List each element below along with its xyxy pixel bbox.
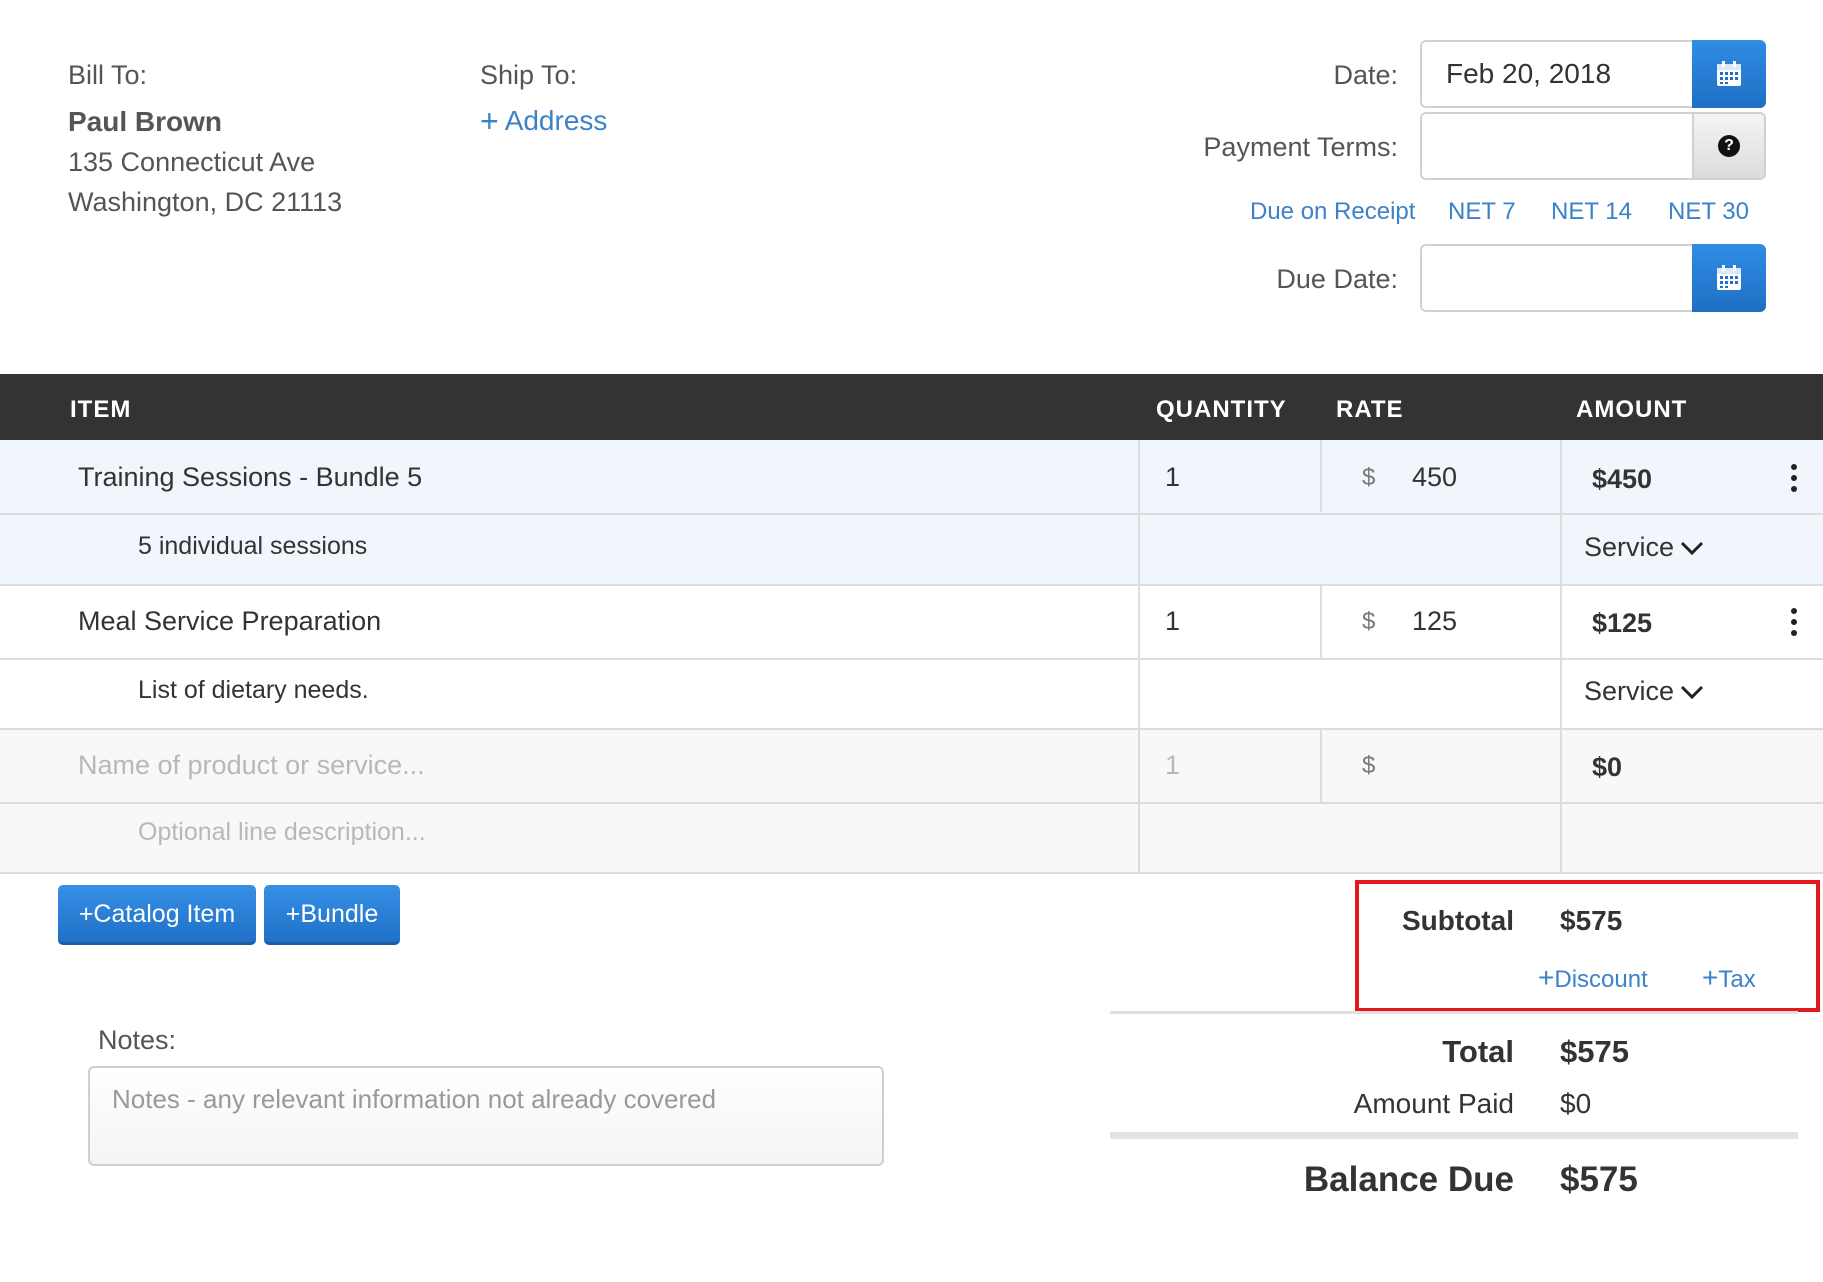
total-label: Total: [1442, 1034, 1514, 1069]
term-net-7[interactable]: NET 7: [1448, 198, 1516, 226]
line-item-type-select[interactable]: Service: [1584, 532, 1704, 563]
line-item-description[interactable]: List of dietary needs.: [138, 676, 369, 705]
plus-icon: +: [78, 900, 94, 928]
line-item-type-label: Service: [1584, 532, 1675, 562]
line-item-rate[interactable]: 450: [1412, 462, 1457, 493]
line-item-quantity[interactable]: 1: [1165, 462, 1180, 493]
payment-terms-label: Payment Terms:: [1203, 132, 1398, 162]
chevron-down-icon: [1680, 685, 1704, 699]
bill-to-name[interactable]: Paul Brown: [68, 106, 222, 138]
date-label: Date:: [1333, 60, 1398, 90]
line-item-name[interactable]: Meal Service Preparation: [78, 606, 381, 637]
catalog-item-label: Catalog Item: [93, 900, 236, 928]
new-item-name-input[interactable]: Name of product or service...: [78, 750, 425, 781]
subtotal-label: Subtotal: [1402, 905, 1514, 936]
plus-icon: +: [480, 103, 499, 139]
payment-terms-input[interactable]: [1420, 112, 1692, 180]
add-tax-link[interactable]: +Tax: [1702, 962, 1756, 994]
payment-terms-help-button[interactable]: ?: [1692, 112, 1766, 180]
line-item-type-select[interactable]: Service: [1584, 676, 1704, 707]
column-header-rate: RATE: [1336, 396, 1404, 423]
calendar-icon: [1717, 265, 1741, 290]
line-item-rate[interactable]: 125: [1412, 606, 1457, 637]
plus-icon: +: [1538, 962, 1555, 993]
question-circle-icon: ?: [1718, 135, 1740, 157]
due-date-calendar-button[interactable]: [1692, 244, 1766, 312]
add-catalog-item-button[interactable]: +Catalog Item: [58, 885, 256, 945]
total-value: $575: [1560, 1034, 1629, 1069]
bundle-label: Bundle: [300, 900, 379, 928]
date-calendar-button[interactable]: [1692, 40, 1766, 108]
balance-due-value: $575: [1560, 1160, 1638, 1199]
bill-to-address-line2: Washington, DC 21113: [68, 187, 343, 217]
line-item-amount: $450: [1592, 464, 1653, 494]
new-item-amount: $0: [1592, 752, 1623, 782]
term-due-on-receipt[interactable]: Due on Receipt: [1250, 198, 1415, 226]
due-date-input[interactable]: [1420, 244, 1692, 312]
subtotal-value: $575: [1560, 905, 1623, 936]
bill-to-address-line1: 135 Connecticut Ave: [68, 147, 316, 177]
items-table-header: ITEM QUANTITY RATE AMOUNT: [0, 374, 1823, 440]
notes-textarea[interactable]: Notes - any relevant information not alr…: [88, 1066, 884, 1166]
calendar-icon: [1717, 61, 1741, 86]
line-item-name[interactable]: Training Sessions - Bundle 5: [78, 462, 422, 493]
amount-paid-value: $0: [1560, 1088, 1592, 1119]
line-item-amount: $125: [1592, 608, 1653, 638]
date-input[interactable]: Feb 20, 2018: [1420, 40, 1692, 108]
new-item-description-input[interactable]: Optional line description...: [138, 818, 426, 847]
ship-to-label: Ship To:: [480, 60, 578, 90]
line-item-currency: $: [1362, 608, 1376, 635]
add-address-link[interactable]: + Address: [480, 105, 607, 137]
plus-icon: +: [285, 900, 301, 928]
new-item-currency: $: [1362, 752, 1376, 779]
column-header-item: ITEM: [70, 396, 132, 423]
line-item-description[interactable]: 5 individual sessions: [138, 532, 367, 561]
column-header-quantity: QUANTITY: [1156, 396, 1287, 423]
term-net-30[interactable]: NET 30: [1668, 198, 1749, 226]
tax-label: Tax: [1718, 966, 1756, 993]
add-bundle-button[interactable]: +Bundle: [264, 885, 400, 945]
more-vertical-icon[interactable]: [1790, 464, 1798, 492]
balance-due-label: Balance Due: [1303, 1160, 1514, 1199]
plus-icon: +: [1702, 962, 1719, 993]
line-item-type-label: Service: [1584, 676, 1675, 706]
more-vertical-icon[interactable]: [1790, 608, 1798, 636]
amount-paid-label: Amount Paid: [1353, 1088, 1514, 1119]
line-item-currency: $: [1362, 464, 1376, 491]
discount-label: Discount: [1554, 966, 1648, 993]
chevron-down-icon: [1680, 541, 1704, 555]
line-item-quantity[interactable]: 1: [1165, 606, 1180, 637]
term-net-14[interactable]: NET 14: [1551, 198, 1632, 226]
bill-to-label: Bill To:: [68, 60, 148, 90]
add-address-label: Address: [504, 105, 608, 136]
new-item-quantity-input[interactable]: 1: [1165, 750, 1180, 781]
add-discount-link[interactable]: +Discount: [1538, 962, 1648, 994]
notes-label: Notes:: [98, 1025, 177, 1055]
due-date-label: Due Date:: [1276, 264, 1398, 294]
column-header-amount: AMOUNT: [1576, 396, 1688, 423]
